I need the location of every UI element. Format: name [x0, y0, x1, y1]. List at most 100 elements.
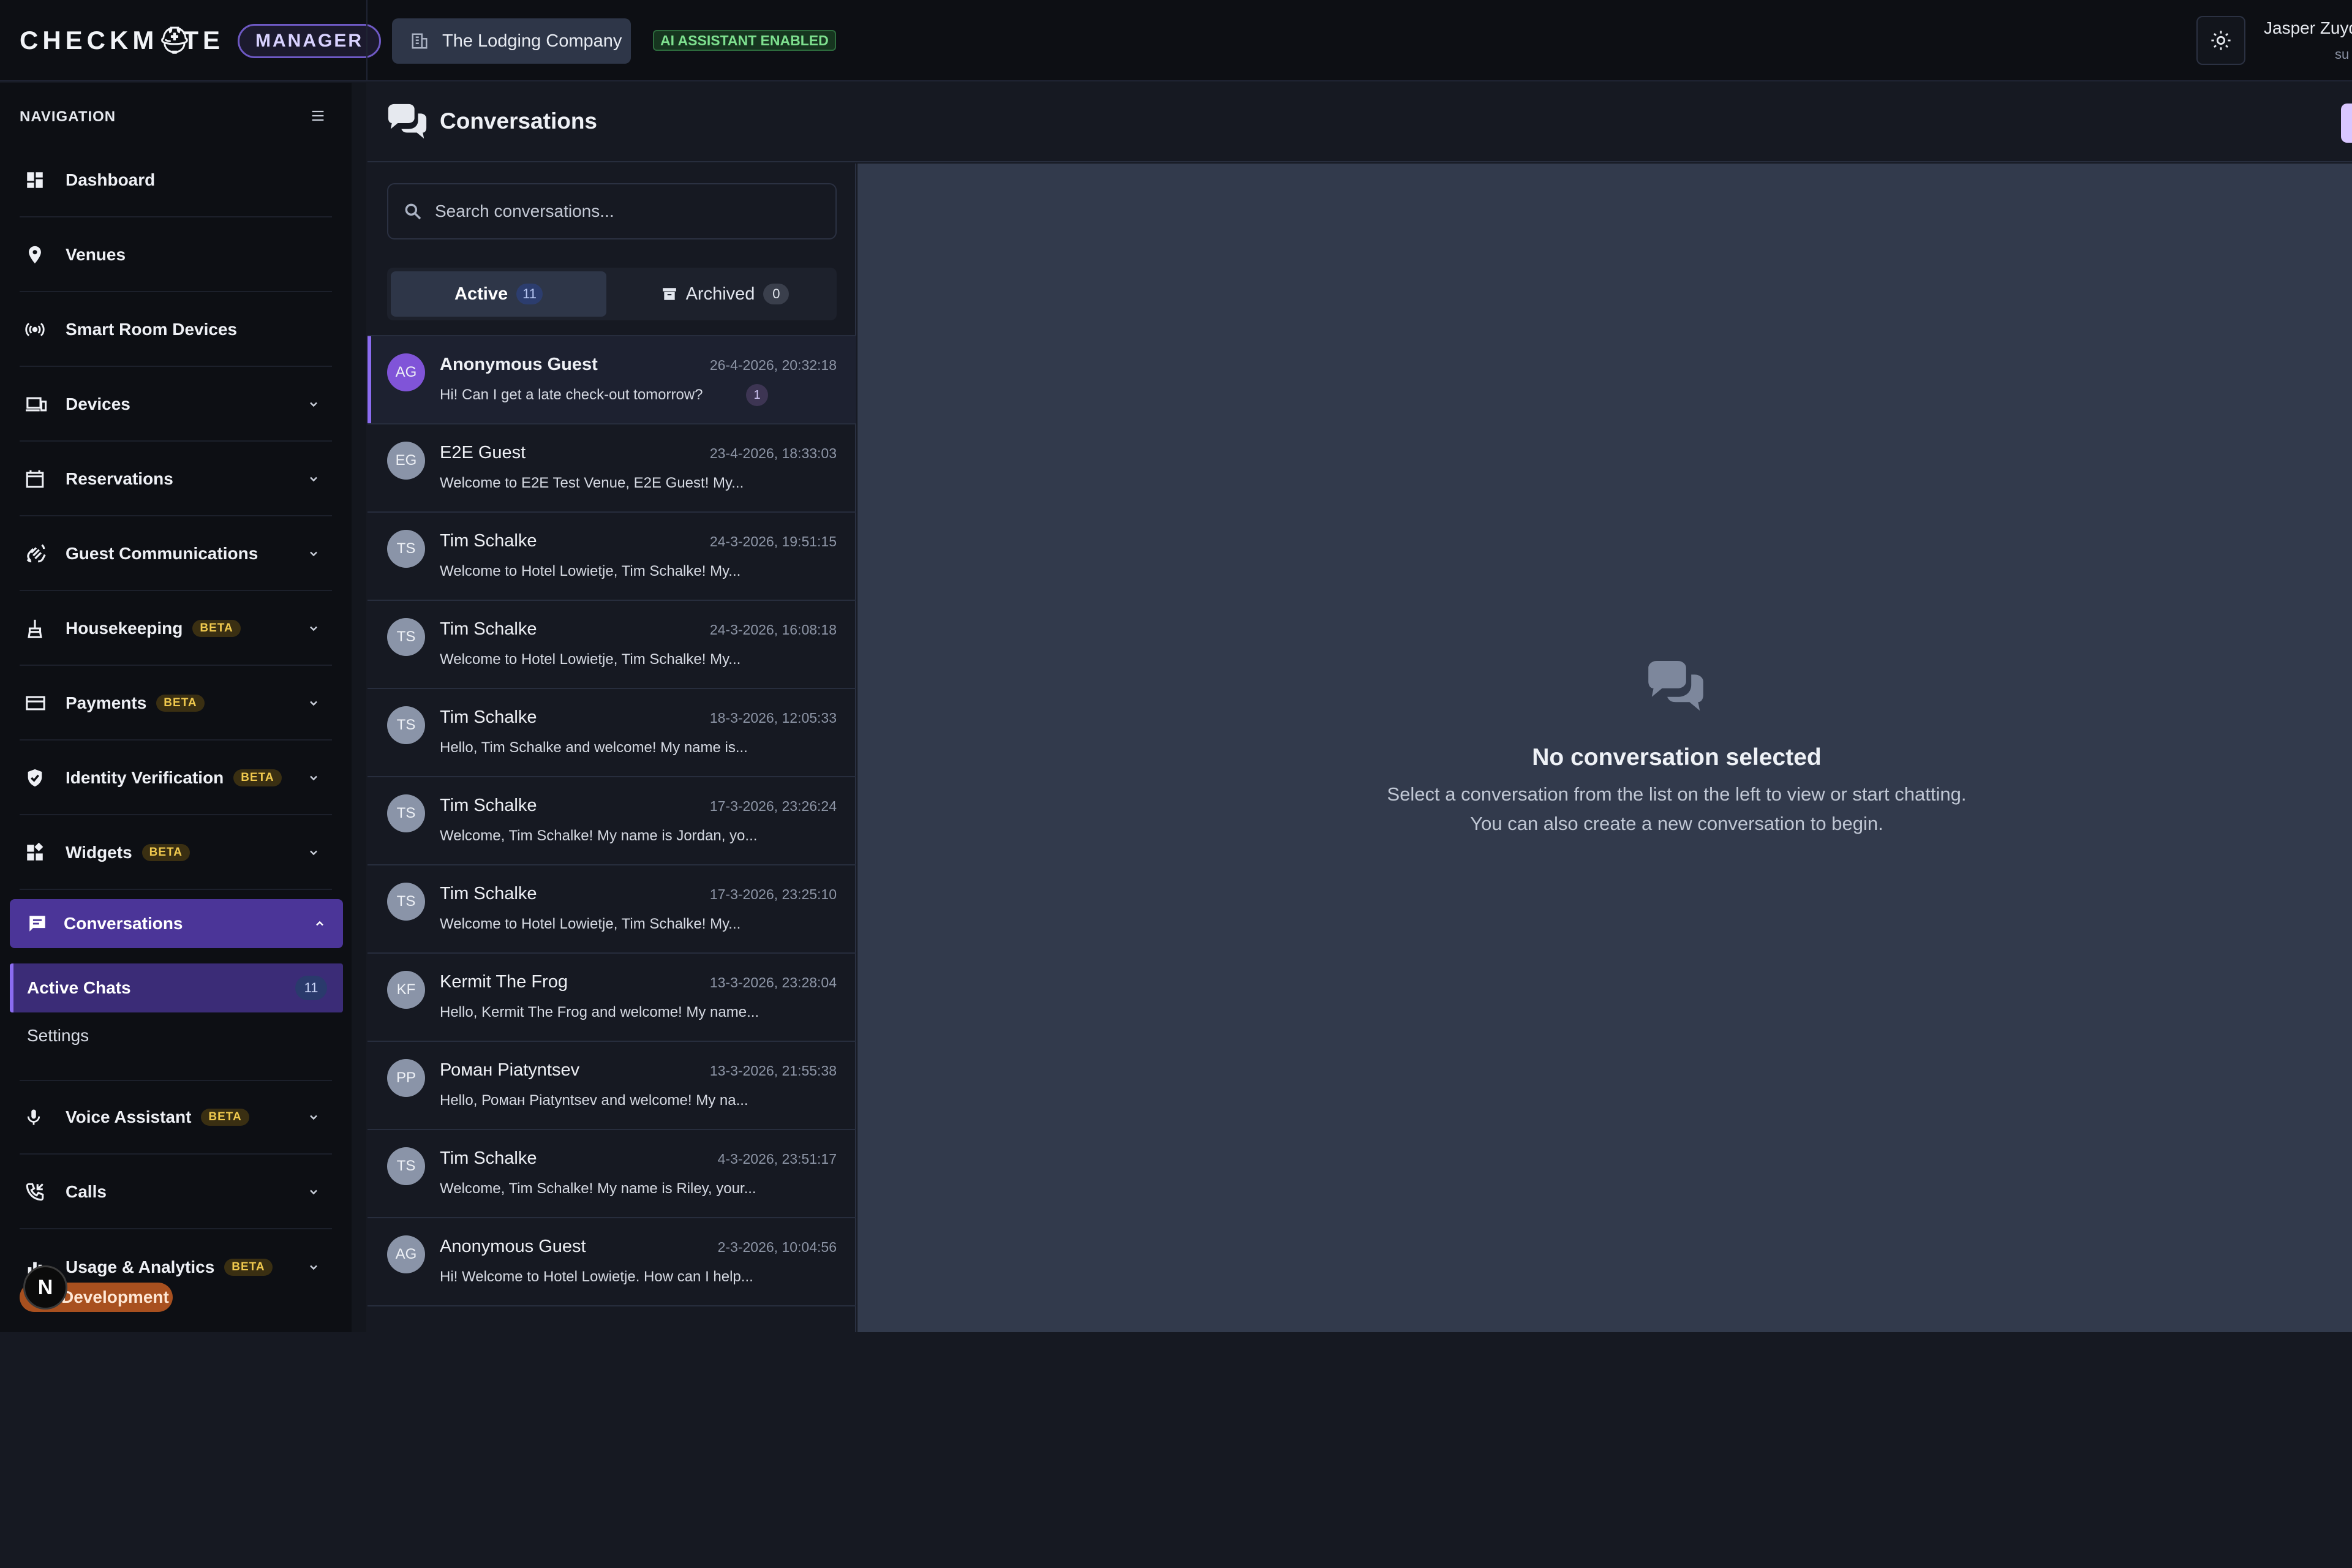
user-role: su: [2335, 47, 2350, 62]
conversation-item[interactable]: KF Kermit The Frog 13-3-2026, 23:28:04 H…: [368, 954, 856, 1042]
search-box[interactable]: [387, 183, 837, 239]
sidebar-item-label: Conversations: [64, 914, 183, 933]
sidebar-item-reservations[interactable]: Reservations: [20, 443, 332, 516]
tab-archived[interactable]: Archived 0: [617, 271, 833, 317]
beta-badge: BETA: [156, 695, 205, 712]
conversation-time: 24-3-2026, 19:51:15: [709, 533, 837, 549]
dashboard-icon: [24, 170, 51, 190]
conversation-list: AG Anonymous Guest 26-4-2026, 20:32:18 H…: [368, 335, 856, 1332]
new-conversation-button[interactable]: [2341, 104, 2352, 143]
sidebar-item-devices[interactable]: Devices: [20, 368, 332, 442]
avatar: TS: [387, 883, 425, 921]
conversation-name: Anonymous Guest: [440, 1237, 586, 1256]
menu-icon[interactable]: [309, 107, 326, 127]
conversation-name: Роман Piatyntsev: [440, 1060, 580, 1080]
theme-toggle-button[interactable]: [2196, 16, 2245, 65]
conversation-name: Tim Schalke: [440, 531, 537, 551]
empty-state-text: You can also create a new conversation t…: [1470, 813, 1883, 834]
beta-badge: BETA: [141, 844, 190, 861]
sidebar-item-label: Widgets: [66, 843, 132, 862]
conversation-item[interactable]: AG Anonymous Guest 26-4-2026, 20:32:18 H…: [368, 336, 856, 424]
tab-count: 0: [763, 284, 790, 304]
conversation-name: Tim Schalke: [440, 707, 537, 727]
sidebar-item-label: Venues: [66, 245, 126, 264]
sidebar-item-venues[interactable]: Venues: [20, 219, 332, 292]
conversation-item[interactable]: TS Tim Schalke 17-3-2026, 23:26:24 Welco…: [368, 777, 856, 865]
chevron-down-icon: [310, 775, 317, 781]
page-title: Conversations: [440, 108, 598, 134]
organization-selector[interactable]: The Lodging Company: [392, 18, 631, 64]
app-window: CHECKM⛑TE MANAGER The Lodging Company AI…: [0, 0, 2352, 1332]
conversation-item[interactable]: TS Tim Schalke 4-3-2026, 23:51:17 Welcom…: [368, 1130, 856, 1218]
sidebar-scrollbar[interactable]: [352, 83, 366, 1332]
sidebar-item-voice-assistant[interactable]: Voice Assistant BETA: [20, 1081, 332, 1155]
conversations-icon: [386, 104, 429, 143]
conversation-preview: Hello, Роман Piatyntsev and welcome! My …: [440, 1092, 748, 1109]
tab-count: 11: [516, 284, 543, 304]
sidebar-item-label: Voice Assistant: [66, 1107, 192, 1126]
user-name[interactable]: Jasper Zuyd: [2264, 18, 2352, 38]
brand-logo[interactable]: CHECKM⛑TE MANAGER: [20, 23, 381, 58]
conversation-preview: Welcome to E2E Test Venue, E2E Guest! My…: [440, 475, 744, 491]
sidebar: NAVIGATION Dashboard Venues Smart Room D…: [0, 83, 352, 1332]
conversation-preview: Welcome to Hotel Lowietje, Tim Schalke! …: [440, 563, 741, 579]
sidebar-item-housekeeping[interactable]: Housekeeping BETA: [20, 592, 332, 666]
broadcast-icon: [24, 319, 51, 340]
chevron-down-icon: [310, 626, 317, 631]
conversation-name: Anonymous Guest: [440, 355, 598, 374]
conversation-item[interactable]: TS Tim Schalke 24-3-2026, 19:51:15 Welco…: [368, 513, 856, 601]
conversation-item[interactable]: TS Tim Schalke 17-3-2026, 23:25:10 Welco…: [368, 865, 856, 954]
conversations-empty-icon: [1644, 661, 1708, 715]
conversation-preview: Hello, Kermit The Frog and welcome! My n…: [440, 1004, 760, 1020]
avatar: EG: [387, 442, 425, 480]
credit-card-icon: [24, 693, 51, 714]
conversation-list-panel: Active 11 Archived 0 AG Anonymous Guest …: [368, 164, 856, 1332]
sidebar-subitem-settings[interactable]: Settings: [27, 1026, 89, 1046]
conversation-preview: Welcome to Hotel Lowietje, Tim Schalke! …: [440, 651, 741, 668]
avatar: KF: [387, 971, 425, 1009]
chevron-down-icon: [310, 701, 317, 706]
navigation-heading: NAVIGATION: [20, 108, 116, 125]
sidebar-item-guest-communications[interactable]: Guest Communications: [20, 518, 332, 591]
beta-badge: BETA: [224, 1259, 273, 1276]
sidebar-item-label: Housekeeping: [66, 619, 183, 638]
conversation-item[interactable]: EG E2E Guest 23-4-2026, 18:33:03 Welcome…: [368, 424, 856, 513]
empty-state-text: Select a conversation from the list on t…: [1387, 783, 1967, 805]
conversation-item[interactable]: TS Tim Schalke 18-3-2026, 12:05:33 Hello…: [368, 689, 856, 777]
conversation-item[interactable]: TS Tim Schalke 24-3-2026, 16:08:18 Welco…: [368, 601, 856, 689]
organization-name: The Lodging Company: [442, 31, 622, 51]
sidebar-subitem-active-chats[interactable]: Active Chats 11: [10, 963, 343, 1012]
sidebar-item-payments[interactable]: Payments BETA: [20, 667, 332, 741]
sidebar-item-dashboard[interactable]: Dashboard: [20, 144, 332, 217]
tab-active[interactable]: Active 11: [391, 271, 606, 317]
search-input[interactable]: [435, 202, 815, 221]
unread-count-badge: 1: [746, 384, 768, 406]
chevron-up-icon: [316, 921, 323, 926]
conversation-time: 4-3-2026, 23:51:17: [717, 1151, 837, 1167]
top-bar: CHECKM⛑TE MANAGER The Lodging Company AI…: [0, 0, 2352, 81]
sidebar-item-label: Dashboard: [66, 170, 156, 189]
brand-name: CHECKM⛑TE: [20, 26, 224, 55]
conversation-preview: Hello, Tim Schalke and welcome! My name …: [440, 739, 748, 756]
chevron-down-icon: [310, 1115, 317, 1120]
sidebar-item-label: Identity Verification: [66, 768, 224, 787]
sidebar-item-conversations[interactable]: Conversations: [10, 899, 343, 948]
sidebar-item-label: Devices: [66, 394, 130, 413]
sidebar-item-identity-verification[interactable]: Identity Verification BETA: [20, 742, 332, 815]
conversation-item[interactable]: PP Роман Piatyntsev 13-3-2026, 21:55:38 …: [368, 1042, 856, 1130]
waving-hand-icon: [24, 542, 51, 565]
sidebar-item-smart-room-devices[interactable]: Smart Room Devices: [20, 293, 332, 367]
beta-badge: BETA: [233, 769, 282, 786]
tier-badge: MANAGER: [238, 23, 381, 58]
sidebar-item-widgets[interactable]: Widgets BETA: [20, 816, 332, 890]
conversation-preview: Welcome to Hotel Lowietje, Tim Schalke! …: [440, 916, 741, 932]
dev-tools-button[interactable]: N: [23, 1265, 67, 1310]
conversation-item[interactable]: AG Anonymous Guest 2-3-2026, 10:04:56 Hi…: [368, 1218, 856, 1306]
building-icon: [412, 33, 428, 49]
active-chats-count: 11: [295, 976, 327, 1000]
conversation-preview: Hi! Welcome to Hotel Lowietje. How can I…: [440, 1268, 753, 1285]
sidebar-subitem-label: Active Chats: [27, 978, 131, 997]
sidebar-item-calls[interactable]: Calls: [20, 1156, 332, 1229]
chevron-down-icon: [310, 850, 317, 856]
ai-assistant-badge: AI ASSISTANT ENABLED: [653, 30, 836, 51]
